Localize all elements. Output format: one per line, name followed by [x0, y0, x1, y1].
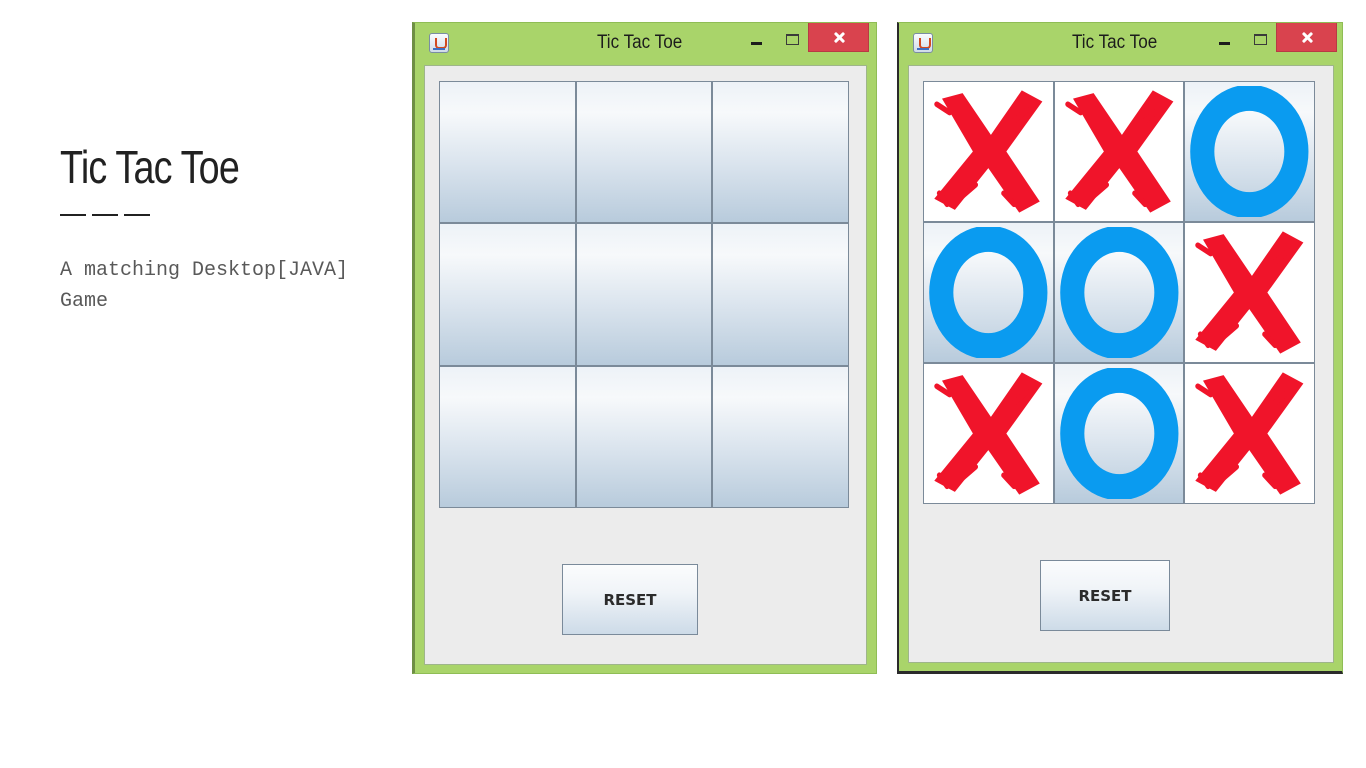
slide-subtitle: A matching Desktop[JAVA] Game	[60, 259, 349, 313]
window-title: Tic Tac Toe	[597, 32, 683, 53]
board-cell-4[interactable]	[440, 224, 575, 365]
board-cell-1[interactable]	[924, 82, 1053, 221]
board-cell-9[interactable]	[1185, 364, 1314, 503]
reset-button[interactable]: RESET	[562, 564, 698, 635]
window-client-area: RESET	[908, 65, 1334, 663]
o-mark-icon	[924, 223, 1053, 362]
board-cell-5[interactable]	[576, 224, 712, 365]
close-icon[interactable]	[808, 23, 869, 52]
reset-button[interactable]: RESET	[1040, 560, 1170, 631]
slide-title: Tic Tac Toe	[60, 141, 240, 193]
o-mark-icon	[1185, 82, 1314, 221]
o-mark-icon	[1055, 364, 1184, 503]
x-mark-icon	[1185, 223, 1314, 362]
game-board	[923, 81, 1315, 504]
window-title: Tic Tac Toe	[1072, 32, 1158, 53]
board-cell-3[interactable]	[713, 82, 848, 223]
game-board	[439, 81, 849, 508]
board-cell-4[interactable]	[924, 223, 1053, 362]
board-cell-8[interactable]	[1054, 364, 1184, 503]
board-cell-7[interactable]	[440, 366, 575, 507]
board-cell-7[interactable]	[924, 364, 1053, 503]
window-titlebar[interactable]: Tic Tac Toe	[415, 23, 876, 65]
board-cell-2[interactable]	[1054, 82, 1184, 221]
minimize-icon[interactable]	[745, 29, 769, 51]
game-window-played: Tic Tac Toe RESET	[897, 22, 1343, 674]
maximize-icon[interactable]	[780, 29, 804, 51]
close-icon[interactable]	[1276, 23, 1337, 52]
board-cell-8[interactable]	[576, 366, 712, 507]
board-cell-5[interactable]	[1054, 223, 1184, 362]
maximize-icon[interactable]	[1248, 29, 1272, 51]
board-cell-9[interactable]	[713, 366, 848, 507]
window-titlebar[interactable]: Tic Tac Toe	[899, 23, 1342, 65]
board-cell-3[interactable]	[1185, 82, 1314, 221]
board-cell-1[interactable]	[440, 82, 575, 223]
x-mark-icon	[924, 82, 1053, 221]
o-mark-icon	[1055, 223, 1184, 362]
board-cell-2[interactable]	[576, 82, 712, 223]
game-window-empty: Tic Tac Toe RESET	[412, 22, 877, 674]
window-client-area: RESET	[424, 65, 867, 665]
java-app-icon[interactable]	[429, 33, 449, 53]
x-mark-icon	[924, 364, 1053, 503]
title-divider	[60, 214, 150, 216]
x-mark-icon	[1055, 82, 1184, 221]
java-app-icon[interactable]	[913, 33, 933, 53]
x-mark-icon	[1185, 364, 1314, 503]
minimize-icon[interactable]	[1213, 29, 1237, 51]
board-cell-6[interactable]	[713, 224, 848, 365]
board-cell-6[interactable]	[1185, 223, 1314, 362]
